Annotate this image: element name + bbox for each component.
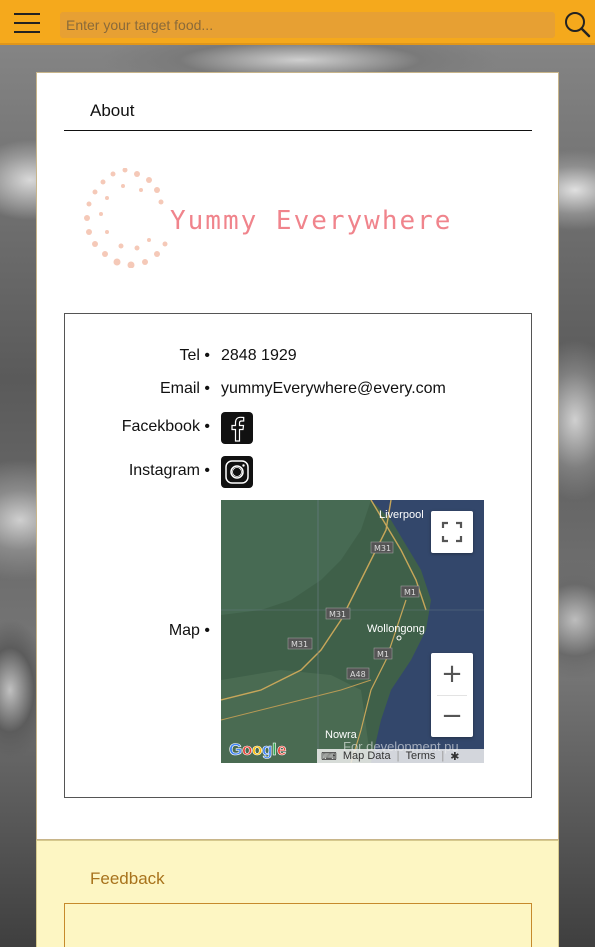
email-value[interactable]: yummyEverywhere@every.com xyxy=(221,380,446,398)
hamburger-menu-icon[interactable] xyxy=(14,12,40,34)
map-road-label: A48 xyxy=(350,670,366,679)
map-road-label: M1 xyxy=(404,588,416,597)
zoom-in-button[interactable]: + xyxy=(431,653,473,695)
fullscreen-icon[interactable] xyxy=(431,511,473,553)
map-road-label: M1 xyxy=(377,650,389,659)
feedback-title: Feedback xyxy=(90,869,165,888)
map-road-label: M31 xyxy=(291,640,308,649)
svg-text:g: g xyxy=(262,740,272,759)
search-input[interactable] xyxy=(60,12,555,38)
terms-link[interactable]: Terms xyxy=(405,750,435,762)
contact-info-box: Tel • 2848 1929 Email • yummyEverywhere@… xyxy=(64,313,532,798)
tel-value: 2848 1929 xyxy=(221,347,297,364)
instagram-icon[interactable] xyxy=(221,456,253,488)
about-divider xyxy=(64,130,532,131)
report-bug-icon[interactable]: ✱ xyxy=(450,750,459,763)
svg-text:o: o xyxy=(242,740,252,759)
top-bar xyxy=(0,0,595,45)
search-icon[interactable] xyxy=(563,10,591,38)
logo-text: Yummy Everywhere xyxy=(170,206,453,236)
about-card: About Yummy Everywhere Tel • 2848 1929 E… xyxy=(36,72,559,840)
map-data-link[interactable]: Map Data xyxy=(343,750,391,762)
email-label: Email • xyxy=(159,380,210,397)
facebook-label: Facekbook • xyxy=(121,418,210,435)
google-logo: G o o g l e xyxy=(229,740,287,760)
feedback-card: Feedback xyxy=(36,840,559,947)
map-label: Map • xyxy=(168,622,210,639)
svg-text:e: e xyxy=(277,740,286,759)
map-road-label: M31 xyxy=(329,610,346,619)
google-map[interactable]: M31 M31 M31 M1 M1 A48 Liverpool Wollongo… xyxy=(221,500,484,763)
svg-text:o: o xyxy=(252,740,262,759)
keyboard-icon[interactable]: ⌨ xyxy=(321,750,337,763)
tel-label: Tel • xyxy=(179,347,211,364)
map-footer: ⌨ Map Data | Terms | ✱ xyxy=(317,749,484,763)
about-title: About xyxy=(90,101,135,120)
map-place-label: Liverpool xyxy=(379,509,424,521)
map-road-label: M31 xyxy=(374,544,391,553)
map-place-label: Wollongong xyxy=(367,623,425,635)
zoom-out-button[interactable]: − xyxy=(431,695,473,737)
zoom-control: + − xyxy=(431,653,473,737)
feedback-box xyxy=(64,903,532,947)
facebook-icon[interactable] xyxy=(221,412,253,444)
svg-text:G: G xyxy=(229,740,242,759)
instagram-label: Instagram • xyxy=(128,462,210,479)
